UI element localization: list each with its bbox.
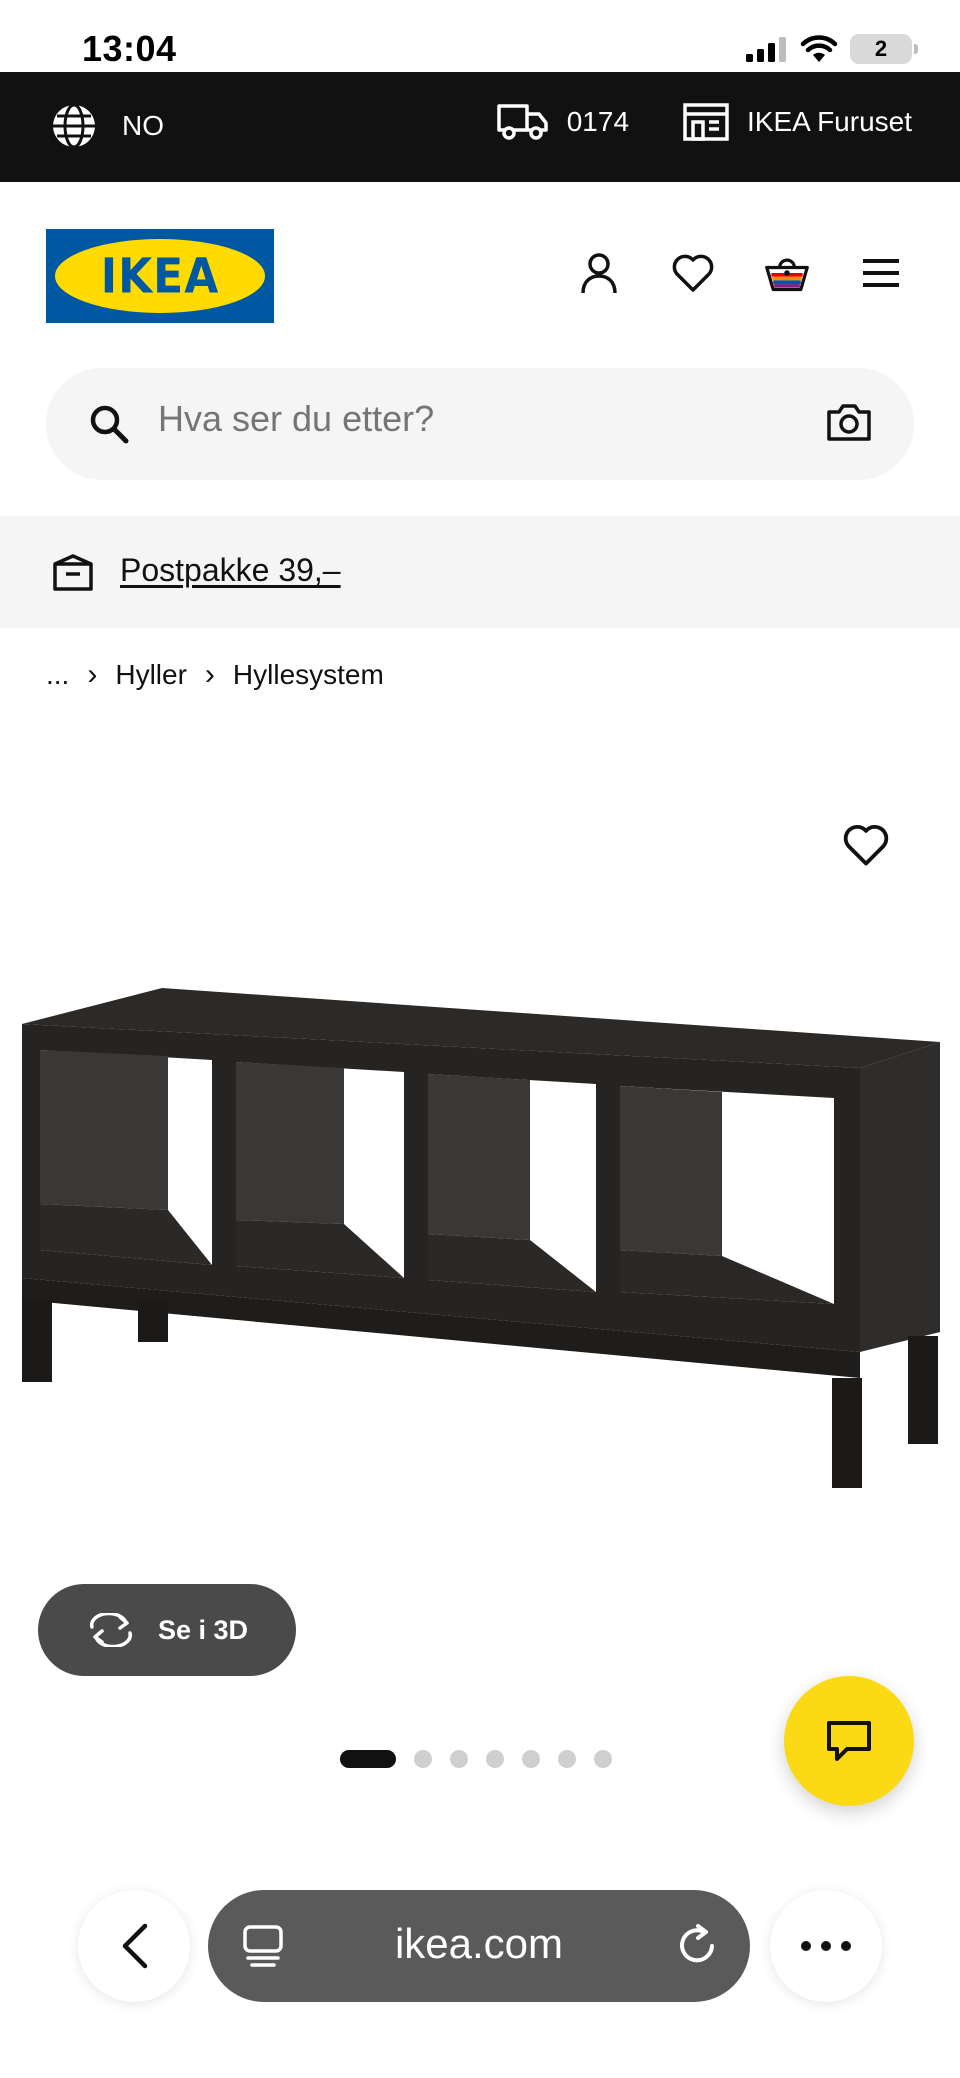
- basket-button[interactable]: [764, 250, 810, 296]
- postcode-label: 0174: [566, 106, 630, 137]
- chat-icon: [827, 1721, 871, 1761]
- menu-icon: [863, 259, 899, 287]
- back-button[interactable]: [78, 1890, 190, 2002]
- breadcrumb: ... › Hyller › Hyllesystem: [46, 658, 384, 692]
- signal-icon: [746, 37, 786, 62]
- search-input[interactable]: [158, 398, 758, 440]
- store-link[interactable]: IKEA Furuset: [683, 102, 912, 142]
- postcode-link[interactable]: 0174: [496, 102, 630, 142]
- gallery-dot-4[interactable]: [486, 1750, 504, 1768]
- top-right-links: 0174 IKEA Furuset: [496, 102, 912, 142]
- language-label: NO: [122, 110, 164, 141]
- status-time: 13:04: [82, 28, 177, 69]
- parcel-icon: [53, 554, 93, 591]
- status-bar: 13:04 2: [0, 0, 960, 72]
- gallery-dot-1[interactable]: [340, 1750, 396, 1768]
- menu-button[interactable]: [858, 250, 904, 296]
- promo-banner: Postpakke 39,–: [0, 516, 960, 628]
- product-image[interactable]: [0, 960, 960, 1500]
- add-to-favourites-heart-icon[interactable]: [842, 822, 890, 868]
- promo-link[interactable]: Postpakke 39,–: [120, 552, 341, 589]
- status-icons: 2: [746, 34, 918, 64]
- wifi-icon: [800, 35, 838, 62]
- profile-button[interactable]: [576, 250, 622, 296]
- chevron-right-icon: ›: [204, 658, 215, 691]
- search-bar[interactable]: [46, 368, 914, 480]
- gallery-dot-7[interactable]: [594, 1750, 612, 1768]
- basket-icon: [765, 258, 809, 292]
- header-actions: [576, 250, 904, 296]
- gallery-dot-3[interactable]: [450, 1750, 468, 1768]
- more-icon: [801, 1941, 851, 1951]
- language-selector[interactable]: NO: [50, 102, 164, 150]
- gallery-dot-6[interactable]: [558, 1750, 576, 1768]
- more-button[interactable]: [770, 1890, 882, 2002]
- profile-icon: [581, 253, 617, 294]
- gallery-dot-2[interactable]: [414, 1750, 432, 1768]
- ikea-logo[interactable]: IKEA: [46, 229, 274, 323]
- breadcrumb-item-hyllesystem[interactable]: Hyllesystem: [233, 659, 384, 691]
- site-header: IKEA: [0, 182, 960, 362]
- top-bar: NO 0174 IKEA Furuset: [0, 72, 960, 182]
- breadcrumb-ellipsis[interactable]: ...: [46, 659, 69, 691]
- address-bar[interactable]: ikea.com: [208, 1890, 750, 2002]
- logo-oval: IKEA: [55, 239, 265, 313]
- chat-button[interactable]: [784, 1676, 914, 1806]
- reload-icon[interactable]: [676, 1922, 720, 1968]
- logo-text: IKEA: [100, 247, 220, 305]
- rotate-3d-icon: [89, 1613, 132, 1647]
- chevron-right-icon: ›: [87, 658, 98, 691]
- search-icon: [90, 405, 129, 444]
- store-label: IKEA Furuset: [747, 106, 912, 137]
- globe-icon: [53, 103, 95, 149]
- battery-indicator: 2: [850, 34, 918, 64]
- camera-icon[interactable]: [826, 402, 872, 442]
- heart-icon: [672, 254, 714, 292]
- browser-toolbar: ikea.com: [0, 1870, 960, 2078]
- view-3d-label: Se i 3D: [157, 1614, 249, 1645]
- breadcrumb-item-hyller[interactable]: Hyller: [115, 659, 187, 691]
- gallery-dot-5[interactable]: [522, 1750, 540, 1768]
- back-icon: [122, 1923, 148, 1969]
- truck-icon: [496, 104, 548, 140]
- view-3d-button[interactable]: Se i 3D: [38, 1584, 296, 1676]
- gallery-pagination: [340, 1750, 612, 1768]
- favourites-button[interactable]: [670, 250, 716, 296]
- url-text: ikea.com: [394, 1920, 564, 1967]
- store-icon: [683, 103, 729, 141]
